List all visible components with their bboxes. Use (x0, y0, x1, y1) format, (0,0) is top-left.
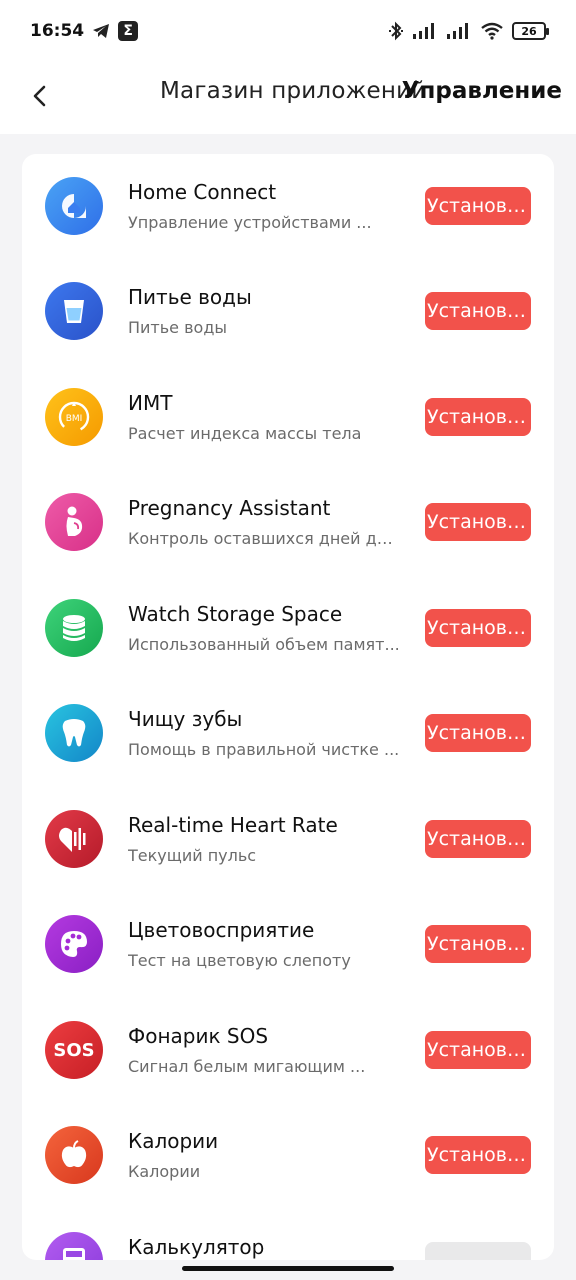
install-button[interactable]: Установить (425, 398, 531, 436)
home-indicator[interactable] (182, 1266, 394, 1271)
list-item-calories[interactable]: Калории Калории Установить (22, 1103, 554, 1208)
manage-button[interactable]: Управление (402, 78, 562, 104)
clock: 16:54 (30, 21, 85, 41)
app-text: Калькулятор (128, 1235, 408, 1260)
app-text: Фонарик SOS Сигнал белым мигающим ... (128, 1024, 408, 1076)
app-description: Тест на цветовую слепоту (128, 951, 351, 970)
sigma-glyph: Σ (123, 23, 133, 39)
app-description: Использованный объем памят... (128, 635, 400, 654)
install-button[interactable]: Установить (425, 609, 531, 647)
app-name: Питье воды (128, 285, 252, 309)
app-name: Калории (128, 1129, 219, 1153)
sos-icon: SOS (45, 1021, 103, 1079)
page-title: Магазин приложений (160, 78, 427, 104)
install-button[interactable]: Установить (425, 292, 531, 330)
back-button[interactable] (22, 76, 56, 120)
app-name: Калькулятор (128, 1235, 265, 1259)
app-list: Home Connect Управление устройствами ...… (22, 154, 554, 1260)
app-text: Home Connect Управление устройствами ... (128, 180, 408, 232)
apple-icon (45, 1126, 103, 1184)
status-left: 16:54 Σ (30, 21, 139, 41)
install-button[interactable]: Установить (425, 820, 531, 858)
app-description: Контроль оставшихся дней до ... (128, 529, 400, 548)
app-description: Помощь в правильной чистке ... (128, 740, 400, 759)
telegram-icon (92, 23, 110, 39)
install-button[interactable]: Установить (425, 503, 531, 541)
app-text: Цветовосприятие Тест на цветовую слепоту (128, 918, 408, 970)
app-name: Чищу зубы (128, 707, 243, 731)
sos-icon-text: SOS (53, 1039, 95, 1061)
list-item-pregnancy[interactable]: Pregnancy Assistant Контроль оставшихся … (22, 470, 554, 575)
app-description: Питье воды (128, 318, 228, 337)
svg-text:BMI: BMI (66, 414, 83, 424)
palette-icon (45, 915, 103, 973)
app-name: Real-time Heart Rate (128, 813, 338, 837)
bluetooth-icon (388, 21, 404, 41)
app-name: Фонарик SOS (128, 1024, 269, 1048)
heart-rate-icon (45, 810, 103, 868)
list-item-toothbrush[interactable]: Чищу зубы Помощь в правильной чистке ...… (22, 681, 554, 786)
wifi-icon (480, 22, 504, 40)
calculator-icon (45, 1232, 103, 1260)
app-text: Watch Storage Space Использованный объем… (128, 602, 408, 654)
app-description: Сигнал белым мигающим ... (128, 1057, 366, 1076)
app-text: Калории Калории (128, 1129, 408, 1181)
app-description: Управление устройствами ... (128, 213, 372, 232)
app-name: Watch Storage Space (128, 602, 343, 626)
list-item-calculator[interactable]: Калькулятор (22, 1209, 554, 1260)
install-button[interactable]: Установить (425, 1031, 531, 1069)
app-name: Home Connect (128, 180, 277, 204)
app-description: Расчет индекса массы тела (128, 424, 362, 443)
home-connect-icon (45, 177, 103, 235)
status-bar: 16:54 Σ 26 (0, 0, 576, 62)
app-name: Цветовосприятие (128, 918, 315, 942)
app-description: Текущий пульс (128, 846, 257, 865)
list-item-heart-rate[interactable]: Real-time Heart Rate Текущий пульс Устан… (22, 787, 554, 892)
install-button[interactable]: Установить (425, 925, 531, 963)
list-item-color-vision[interactable]: Цветовосприятие Тест на цветовую слепоту… (22, 892, 554, 997)
list-item-bmi[interactable]: BMI ИМТ Расчет индекса массы тела Устано… (22, 365, 554, 470)
chevron-left-icon (31, 84, 47, 112)
battery-indicator: 26 (512, 22, 549, 40)
install-button[interactable] (425, 1242, 531, 1260)
battery-level: 26 (521, 24, 537, 38)
water-glass-icon (45, 282, 103, 340)
list-item-storage[interactable]: Watch Storage Space Использованный объем… (22, 576, 554, 681)
list-item-home-connect[interactable]: Home Connect Управление устройствами ...… (22, 154, 554, 259)
app-name: Pregnancy Assistant (128, 496, 331, 520)
sigma-app-icon: Σ (118, 21, 139, 41)
bmi-gauge-icon: BMI (45, 388, 103, 446)
list-item-water[interactable]: Питье воды Питье воды Установить (22, 259, 554, 364)
app-description: Калории (128, 1162, 201, 1181)
install-button[interactable]: Установить (425, 187, 531, 225)
app-text: Питье воды Питье воды (128, 285, 408, 337)
pregnancy-icon (45, 493, 103, 551)
storage-database-icon (45, 599, 103, 657)
signal-strength-icon-2 (446, 22, 472, 40)
signal-strength-icon-1 (412, 22, 438, 40)
app-text: Pregnancy Assistant Контроль оставшихся … (128, 496, 408, 548)
install-button[interactable]: Установить (425, 714, 531, 752)
list-item-sos[interactable]: SOS Фонарик SOS Сигнал белым мигающим ..… (22, 998, 554, 1103)
app-name: ИМТ (128, 391, 173, 415)
app-text: ИМТ Расчет индекса массы тела (128, 391, 408, 443)
app-text: Чищу зубы Помощь в правильной чистке ... (128, 707, 408, 759)
install-button[interactable]: Установить (425, 1136, 531, 1174)
tooth-icon (45, 704, 103, 762)
app-header: Магазин приложений Управление (0, 62, 576, 134)
status-right: 26 (388, 21, 549, 41)
app-text: Real-time Heart Rate Текущий пульс (128, 813, 408, 865)
